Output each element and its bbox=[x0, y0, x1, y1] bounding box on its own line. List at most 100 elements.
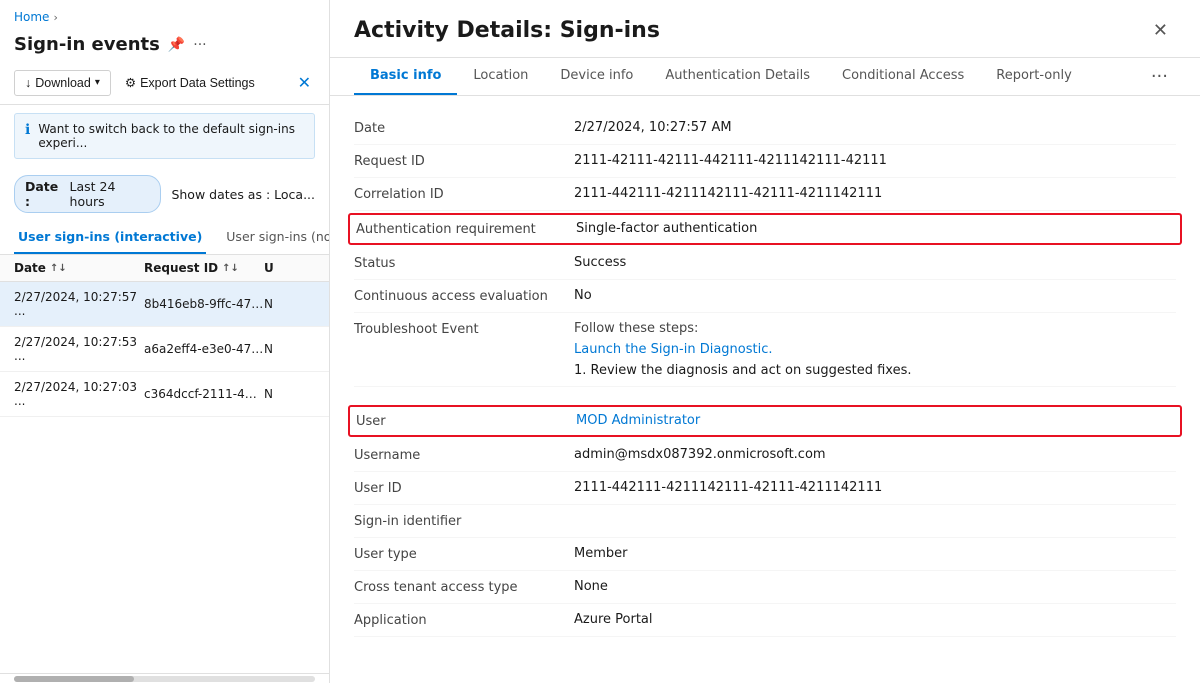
field-cross-tenant: Cross tenant access type None bbox=[354, 571, 1176, 604]
label-signin-identifier: Sign-in identifier bbox=[354, 513, 574, 529]
date-filter-chip[interactable]: Date : Last 24 hours bbox=[14, 175, 161, 213]
filter-row: Date : Last 24 hours Show dates as : Loc… bbox=[0, 167, 329, 221]
download-chevron-icon: ▾ bbox=[95, 77, 100, 88]
more-options-icon[interactable]: ··· bbox=[193, 37, 206, 53]
table-row[interactable]: 2/27/2024, 10:27:03 ... c364dccf-2111-4b… bbox=[0, 372, 329, 417]
field-auth-requirement: Authentication requirement Single-factor… bbox=[348, 213, 1182, 245]
table-row[interactable]: 2/27/2024, 10:27:53 ... a6a2eff4-e3e0-47… bbox=[0, 327, 329, 372]
panel-title-row: Sign-in events 📌 ··· bbox=[0, 30, 329, 65]
sort-date-icon[interactable]: ↑↓ bbox=[50, 263, 67, 274]
label-status: Status bbox=[354, 255, 574, 271]
troubleshoot-note: 1. Review the diagnosis and act on sugge… bbox=[574, 363, 1176, 378]
close-filter-icon[interactable]: ✕ bbox=[294, 69, 315, 96]
download-button[interactable]: ↓ Download ▾ bbox=[14, 70, 111, 96]
label-continuous-access: Continuous access evaluation bbox=[354, 288, 574, 304]
field-correlation-id: Correlation ID 2111-442111-4211142111-42… bbox=[354, 178, 1176, 211]
filter-label: Date : bbox=[25, 179, 66, 209]
field-username: Username admin@msdx087392.onmicrosoft.co… bbox=[354, 439, 1176, 472]
label-troubleshoot: Troubleshoot Event bbox=[354, 321, 574, 337]
label-correlation-id: Correlation ID bbox=[354, 186, 574, 202]
sign-in-tabs: User sign-ins (interactive) User sign-in… bbox=[0, 221, 329, 255]
value-cross-tenant: None bbox=[574, 579, 1176, 594]
breadcrumb-home[interactable]: Home bbox=[14, 10, 49, 24]
detail-tabs: Basic info Location Device info Authenti… bbox=[330, 58, 1200, 96]
info-icon: ℹ bbox=[25, 122, 30, 138]
tab-location[interactable]: Location bbox=[457, 58, 544, 95]
right-panel: Activity Details: Sign-ins ✕ Basic info … bbox=[330, 0, 1200, 683]
detail-body: Date 2/27/2024, 10:27:57 AM Request ID 2… bbox=[330, 96, 1200, 683]
detail-header: Activity Details: Sign-ins ✕ bbox=[330, 0, 1200, 58]
field-user-type: User type Member bbox=[354, 538, 1176, 571]
toolbar: ↓ Download ▾ ⚙ Export Data Settings ✕ bbox=[0, 65, 329, 105]
field-continuous-access: Continuous access evaluation No bbox=[354, 280, 1176, 313]
value-date: 2/27/2024, 10:27:57 AM bbox=[574, 120, 1176, 135]
info-banner-text: Want to switch back to the default sign-… bbox=[38, 122, 304, 150]
field-request-id: Request ID 2111-42111-42111-442111-42111… bbox=[354, 145, 1176, 178]
cell-user: N bbox=[264, 297, 315, 311]
value-user-type: Member bbox=[574, 546, 1176, 561]
tab-device-info[interactable]: Device info bbox=[544, 58, 649, 95]
value-troubleshoot: Follow these steps: Launch the Sign-in D… bbox=[574, 321, 1176, 378]
value-status: Success bbox=[574, 255, 1176, 270]
label-request-id: Request ID bbox=[354, 153, 574, 169]
cell-reqid: c364dccf-2111-4bbd-... bbox=[144, 387, 264, 401]
troubleshoot-steps: Follow these steps: bbox=[574, 321, 1176, 336]
cell-date: 2/27/2024, 10:27:53 ... bbox=[14, 335, 144, 363]
cell-reqid: 8b416eb8-9ffc-47f4-... bbox=[144, 297, 264, 311]
field-user-id: User ID 2111-442111-4211142111-42111-421… bbox=[354, 472, 1176, 505]
horizontal-scrollbar[interactable] bbox=[0, 673, 329, 683]
export-settings-button[interactable]: ⚙ Export Data Settings bbox=[117, 70, 263, 95]
table-row[interactable]: 2/27/2024, 10:27:57 ... 8b416eb8-9ffc-47… bbox=[0, 282, 329, 327]
label-user: User bbox=[356, 413, 576, 429]
tab-report-only[interactable]: Report-only bbox=[980, 58, 1088, 95]
label-date: Date bbox=[354, 120, 574, 136]
field-date: Date 2/27/2024, 10:27:57 AM bbox=[354, 112, 1176, 145]
label-application: Application bbox=[354, 612, 574, 628]
field-signin-identifier: Sign-in identifier bbox=[354, 505, 1176, 538]
export-label: Export Data Settings bbox=[140, 76, 255, 90]
col-header-date: Date ↑↓ bbox=[14, 261, 144, 275]
troubleshoot-link[interactable]: Launch the Sign-in Diagnostic. bbox=[574, 342, 1176, 357]
label-auth-requirement: Authentication requirement bbox=[356, 221, 576, 237]
value-auth-requirement: Single-factor authentication bbox=[576, 221, 1174, 236]
sort-reqid-icon[interactable]: ↑↓ bbox=[222, 263, 239, 274]
value-continuous-access: No bbox=[574, 288, 1176, 303]
field-application: Application Azure Portal bbox=[354, 604, 1176, 637]
value-user[interactable]: MOD Administrator bbox=[576, 413, 1174, 428]
page-title: Sign-in events bbox=[14, 34, 160, 55]
tab-interactive[interactable]: User sign-ins (interactive) bbox=[14, 221, 206, 254]
field-status: Status Success bbox=[354, 247, 1176, 280]
col-header-user: U bbox=[264, 261, 315, 275]
tab-basic-info[interactable]: Basic info bbox=[354, 58, 457, 95]
filter-value: Last 24 hours bbox=[70, 179, 151, 209]
close-button[interactable]: ✕ bbox=[1145, 16, 1176, 45]
table-body: 2/27/2024, 10:27:57 ... 8b416eb8-9ffc-47… bbox=[0, 282, 329, 673]
show-dates-label: Show dates as : Loca... bbox=[171, 187, 315, 202]
value-username: admin@msdx087392.onmicrosoft.com bbox=[574, 447, 1176, 462]
value-application: Azure Portal bbox=[574, 612, 1176, 627]
gear-icon: ⚙ bbox=[125, 75, 136, 90]
field-user: User MOD Administrator bbox=[348, 405, 1182, 437]
table-header: Date ↑↓ Request ID ↑↓ U bbox=[0, 255, 329, 282]
label-user-id: User ID bbox=[354, 480, 574, 496]
download-icon: ↓ bbox=[25, 76, 31, 90]
value-request-id: 2111-42111-42111-442111-4211142111-42111 bbox=[574, 153, 1176, 168]
breadcrumb: Home › bbox=[0, 0, 329, 30]
download-label: Download bbox=[35, 76, 91, 90]
tabs-more-icon[interactable]: ··· bbox=[1143, 58, 1176, 95]
label-user-type: User type bbox=[354, 546, 574, 562]
value-user-id: 2111-442111-4211142111-42111-4211142111 bbox=[574, 480, 1176, 495]
section-gap bbox=[354, 387, 1176, 403]
tab-non-interactive[interactable]: User sign-ins (non-... bbox=[222, 221, 330, 254]
value-correlation-id: 2111-442111-4211142111-42111-4211142111 bbox=[574, 186, 1176, 201]
col-header-reqid: Request ID ↑↓ bbox=[144, 261, 264, 275]
info-banner: ℹ Want to switch back to the default sig… bbox=[14, 113, 315, 159]
tab-authentication-details[interactable]: Authentication Details bbox=[649, 58, 826, 95]
tab-conditional-access[interactable]: Conditional Access bbox=[826, 58, 980, 95]
left-panel: Home › Sign-in events 📌 ··· ↓ Download ▾… bbox=[0, 0, 330, 683]
detail-title: Activity Details: Sign-ins bbox=[354, 18, 1145, 43]
pin-icon[interactable]: 📌 bbox=[168, 37, 185, 53]
cell-reqid: a6a2eff4-e3e0-47ca-... bbox=[144, 342, 264, 356]
label-username: Username bbox=[354, 447, 574, 463]
cell-user: N bbox=[264, 342, 315, 356]
